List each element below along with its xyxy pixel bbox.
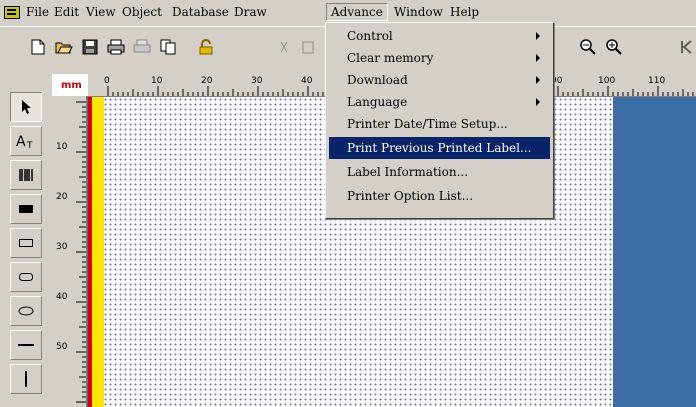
- filled-rectangle-tool-icon[interactable]: [10, 194, 42, 224]
- hruler-label: 0: [104, 76, 110, 86]
- label-margin-yellow: [92, 97, 104, 407]
- paste-icon[interactable]: [298, 37, 318, 57]
- app-menu-icon[interactable]: [4, 6, 20, 19]
- menu-draw[interactable]: Draw: [230, 4, 271, 20]
- svg-text:A: A: [16, 134, 26, 149]
- vruler-label: 40: [56, 292, 68, 302]
- submenu-arrow-icon: [536, 54, 540, 62]
- hruler-label: 30: [251, 76, 263, 86]
- vertical-line-tool-icon[interactable]: [10, 364, 42, 394]
- vruler-label: 30: [56, 242, 68, 252]
- submenu-arrow-icon: [536, 76, 540, 84]
- rectangle-tool-icon[interactable]: [10, 228, 42, 258]
- menu-item-label: Download: [347, 73, 408, 87]
- menu-item-label: Print Previous Printed Label...: [347, 141, 532, 155]
- rounded-rectangle-tool-icon[interactable]: [10, 262, 42, 292]
- menu-item-clear-memory[interactable]: Clear memory: [329, 47, 550, 69]
- submenu-arrow-icon: [536, 98, 540, 106]
- ellipse-tool-icon[interactable]: [10, 296, 42, 326]
- menu-item-label: Label Information...: [347, 165, 469, 179]
- menu-database[interactable]: Database: [168, 4, 233, 20]
- tool-panel: AT: [8, 88, 44, 407]
- hruler-label: 20: [201, 76, 213, 86]
- submenu-arrow-icon: [536, 32, 540, 40]
- menu-help[interactable]: Help: [446, 4, 483, 20]
- menu-item-download[interactable]: Download: [329, 69, 550, 91]
- hruler-label: 40: [301, 76, 313, 86]
- menu-item-printer-option-list[interactable]: Printer Option List...: [329, 185, 550, 207]
- vruler-label: 50: [56, 342, 68, 352]
- copy-icon[interactable]: [158, 37, 178, 57]
- menu-bar: File Edit View Object Database Draw Adva…: [0, 0, 696, 24]
- menu-object[interactable]: Object: [118, 4, 166, 20]
- hruler-label: 10: [151, 76, 163, 86]
- hruler-label: 110: [648, 76, 666, 86]
- new-file-icon[interactable]: [28, 37, 48, 57]
- menu-edit[interactable]: Edit: [50, 4, 83, 20]
- menu-view[interactable]: View: [82, 4, 120, 20]
- print-preview-icon[interactable]: [132, 37, 152, 57]
- menu-item-label: Printer Option List...: [347, 189, 474, 203]
- menu-file[interactable]: File: [22, 4, 53, 20]
- menu-window[interactable]: Window: [390, 4, 447, 20]
- text-tool-icon[interactable]: AT: [10, 126, 42, 156]
- first-page-icon[interactable]: [676, 37, 696, 57]
- menu-item-label: Language: [347, 95, 408, 109]
- menu-item-label-information[interactable]: Label Information...: [329, 161, 550, 183]
- vertical-ruler: 10 20 30 40 50: [52, 96, 87, 407]
- zoom-in-icon[interactable]: [604, 37, 624, 57]
- advance-menu: Control Clear memory Download Language P…: [325, 22, 554, 219]
- menu-item-language[interactable]: Language: [329, 91, 550, 113]
- hruler-label: 100: [598, 76, 616, 86]
- open-folder-icon[interactable]: [54, 37, 74, 57]
- menu-item-print-previous-label[interactable]: Print Previous Printed Label...: [329, 137, 550, 159]
- menu-item-label: Printer Date/Time Setup...: [347, 117, 508, 131]
- lock-icon[interactable]: [196, 37, 216, 57]
- ruler-unit[interactable]: mm: [52, 74, 88, 96]
- zoom-out-icon[interactable]: [578, 37, 598, 57]
- vruler-label: 20: [56, 192, 68, 202]
- menu-advance[interactable]: Advance: [326, 3, 388, 21]
- barcode-tool-icon[interactable]: [10, 160, 42, 190]
- print-icon[interactable]: [106, 37, 126, 57]
- svg-text:T: T: [26, 141, 33, 149]
- save-icon[interactable]: [80, 37, 100, 57]
- vruler-label: 10: [56, 142, 68, 152]
- horizontal-line-tool-icon[interactable]: [10, 330, 42, 360]
- cut-icon[interactable]: [274, 37, 294, 57]
- pointer-tool-icon[interactable]: [10, 92, 42, 122]
- menu-item-label: Clear memory: [347, 51, 434, 65]
- menu-item-label: Control: [347, 29, 393, 43]
- menu-item-printer-datetime-setup[interactable]: Printer Date/Time Setup...: [329, 113, 550, 135]
- menu-item-control[interactable]: Control: [329, 25, 550, 47]
